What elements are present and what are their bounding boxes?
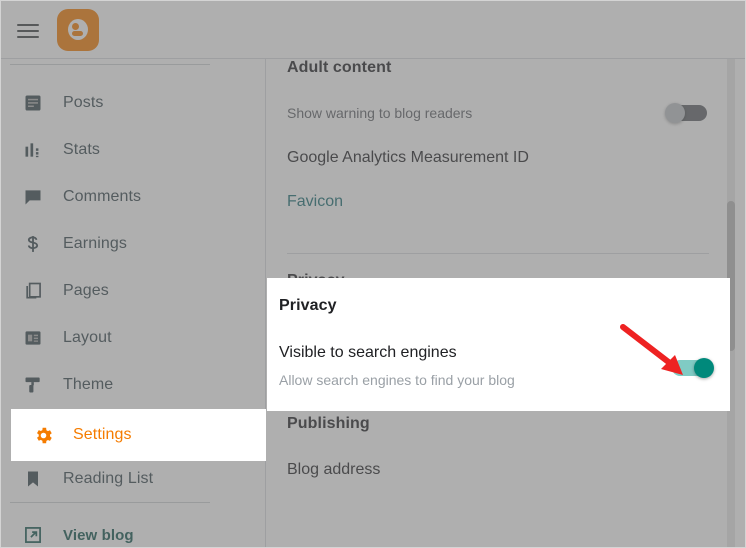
hamburger-menu-icon[interactable] xyxy=(13,15,43,45)
sidebar-item-label: Layout xyxy=(63,328,112,346)
sidebar-item-reading-list[interactable]: Reading List xyxy=(1,455,266,502)
sidebar-item-stats[interactable]: Stats xyxy=(1,126,266,173)
sidebar-item-label: Posts xyxy=(63,93,104,111)
sidebar-item-view-blog[interactable]: View blog xyxy=(1,514,266,547)
sidebar-item-label: Reading List xyxy=(63,469,154,487)
reading-list-bookmark-icon xyxy=(21,467,45,491)
google-analytics-heading: Google Analytics Measurement ID xyxy=(287,149,529,166)
visible-to-search-engines-description: Allow search engines to find your blog xyxy=(279,372,515,388)
external-link-icon xyxy=(21,523,45,547)
sidebar-item-pages[interactable]: Pages xyxy=(1,267,266,314)
show-warning-label: Show warning to blog readers xyxy=(287,105,473,121)
visible-to-search-engines-toggle[interactable] xyxy=(670,358,714,378)
sidebar-item-label: Earnings xyxy=(63,234,127,252)
sidebar-item-earnings[interactable]: Earnings xyxy=(1,220,266,267)
layout-icon xyxy=(21,326,45,350)
highlight-sidebar-item-settings[interactable]: Settings xyxy=(11,409,266,461)
settings-gear-icon xyxy=(31,423,55,447)
sidebar-item-label: View blog xyxy=(63,526,134,544)
sidebar-item-layout[interactable]: Layout xyxy=(1,314,266,361)
earnings-dollar-icon xyxy=(21,232,45,256)
adult-content-heading: Adult content xyxy=(287,59,392,76)
blogger-settings-screenshot: Posts Stats Comments Earnings Pages Layo… xyxy=(0,0,746,548)
top-app-bar xyxy=(1,1,745,59)
sidebar-item-settings-highlighted[interactable]: Settings xyxy=(11,409,266,461)
blog-address-row[interactable]: Blog address xyxy=(267,461,729,479)
sidebar-item-comments[interactable]: Comments xyxy=(1,173,266,220)
visible-to-search-engines-title: Visible to search engines xyxy=(279,344,457,361)
sidebar-item-theme[interactable]: Theme xyxy=(1,361,266,408)
app-root: Posts Stats Comments Earnings Pages Layo… xyxy=(1,1,745,547)
sidebar-item-label: Theme xyxy=(63,375,114,393)
sidebar-divider-top xyxy=(10,64,210,65)
sidebar-item-label: Comments xyxy=(63,187,142,205)
blog-address-label: Blog address xyxy=(287,461,381,478)
show-warning-row[interactable]: Show warning to blog readers xyxy=(267,103,729,123)
adult-content-section: Adult content xyxy=(267,59,729,77)
sidebar-divider-bottom xyxy=(10,502,210,503)
sidebar: Posts Stats Comments Earnings Pages Layo… xyxy=(1,59,266,547)
blogger-logo-icon[interactable] xyxy=(57,8,99,51)
favicon-label: Favicon xyxy=(287,193,344,210)
google-analytics-section[interactable]: Google Analytics Measurement ID xyxy=(267,149,729,167)
theme-paint-roller-icon xyxy=(21,373,45,397)
highlight-privacy-card: Privacy Visible to search engines Allow … xyxy=(267,278,730,411)
stats-bar-chart-icon xyxy=(21,138,45,162)
sidebar-item-label: Pages xyxy=(63,281,109,299)
publishing-section: Publishing xyxy=(267,415,729,433)
sidebar-item-label: Stats xyxy=(63,140,100,158)
show-warning-toggle[interactable] xyxy=(665,103,709,123)
favicon-section[interactable]: Favicon xyxy=(267,193,729,211)
posts-icon xyxy=(21,91,45,115)
comments-speech-bubble-icon xyxy=(21,185,45,209)
pages-copy-icon xyxy=(21,279,45,303)
publishing-heading: Publishing xyxy=(287,415,370,432)
sidebar-item-label: Settings xyxy=(73,426,132,443)
privacy-heading: Privacy xyxy=(279,297,337,314)
sidebar-item-posts[interactable]: Posts xyxy=(1,79,266,126)
